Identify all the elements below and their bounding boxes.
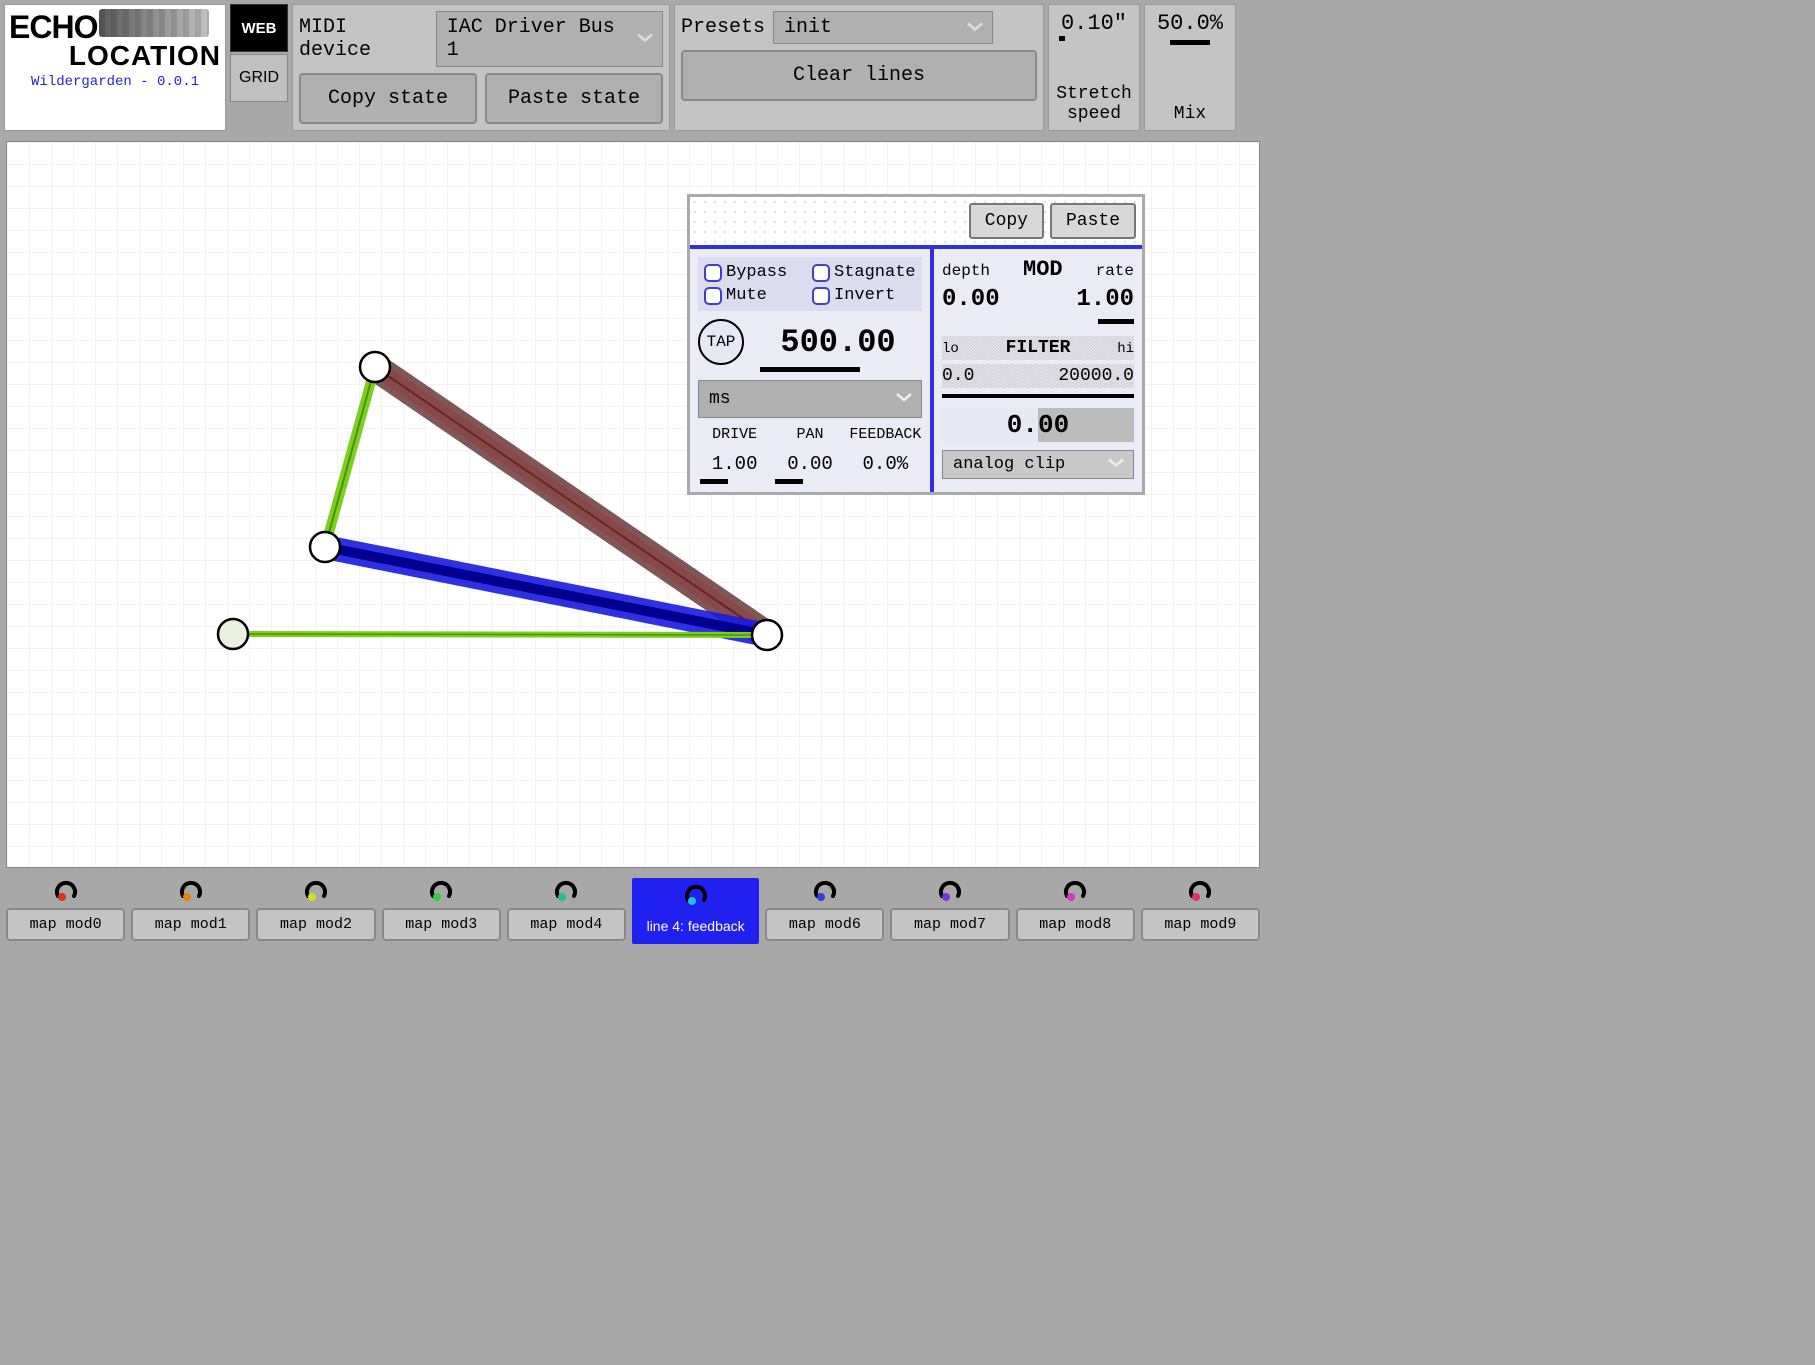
mod-icon xyxy=(937,878,963,904)
mod-map-button-3[interactable]: map mod3 xyxy=(382,908,501,941)
mod-icon xyxy=(428,878,454,904)
mod-map-button-7[interactable]: map mod7 xyxy=(890,908,1009,941)
invert-checkbox[interactable]: Invert xyxy=(812,286,916,305)
mod-depth-label: depth xyxy=(942,262,990,280)
mod-icon xyxy=(303,878,329,904)
clear-lines-button[interactable]: Clear lines xyxy=(681,50,1037,101)
mute-checkbox[interactable]: Mute xyxy=(704,286,808,305)
mod-icon xyxy=(1062,878,1088,904)
grid-button[interactable]: GRID xyxy=(230,54,288,102)
mod-slot-3[interactable]: map mod3 xyxy=(382,878,501,944)
mod-icon xyxy=(812,878,838,904)
mod-map-button-0[interactable]: map mod0 xyxy=(6,908,125,941)
mod-map-button-1[interactable]: map mod1 xyxy=(131,908,250,941)
web-button[interactable]: WEB xyxy=(230,4,288,52)
stagnate-checkbox[interactable]: Stagnate xyxy=(812,263,916,282)
mod-slot-8[interactable]: map mod8 xyxy=(1016,878,1135,944)
paste-state-button[interactable]: Paste state xyxy=(485,73,663,124)
mod-rate-label: rate xyxy=(1096,262,1134,280)
panel-copy-button[interactable]: Copy xyxy=(969,203,1044,239)
mod-slot-6[interactable]: map mod6 xyxy=(765,878,884,944)
mod-slot-5[interactable]: line 4: feedback xyxy=(632,878,759,944)
mod-slot-9[interactable]: map mod9 xyxy=(1141,878,1260,944)
mod-slot-0[interactable]: map mod0 xyxy=(6,878,125,944)
mod-map-button-2[interactable]: map mod2 xyxy=(256,908,375,941)
presets-dropdown[interactable]: init xyxy=(773,11,993,44)
stretch-speed-control[interactable]: 0.10" Stretch speed xyxy=(1048,4,1140,131)
mod-slot-2[interactable]: map mod2 xyxy=(256,878,375,944)
chevron-down-icon xyxy=(636,28,654,51)
mod-map-button-8[interactable]: map mod8 xyxy=(1016,908,1135,941)
mod-depth-value[interactable]: 0.00 xyxy=(942,286,1000,313)
bypass-checkbox[interactable]: Bypass xyxy=(704,263,808,282)
presets-label: Presets xyxy=(681,16,765,39)
feedback-control[interactable]: FEEDBACK 0.0% xyxy=(849,426,922,484)
mod-slot-4[interactable]: map mod4 xyxy=(507,878,626,944)
drive-control[interactable]: DRIVE 1.00 xyxy=(698,426,771,484)
mod-map-button-4[interactable]: map mod4 xyxy=(507,908,626,941)
filter-label: FILTER xyxy=(1006,338,1071,358)
mod-label: MOD xyxy=(1023,257,1063,282)
mod-slot-7[interactable]: map mod7 xyxy=(890,878,1009,944)
filter-hi-label: hi xyxy=(1117,341,1134,357)
mod-map-button-5[interactable]: line 4: feedback xyxy=(636,912,755,940)
chevron-down-icon xyxy=(966,16,984,39)
mod-icon xyxy=(53,878,79,904)
filter-lo-label: lo xyxy=(942,341,959,357)
panel-paste-button[interactable]: Paste xyxy=(1050,203,1136,239)
mod-icon xyxy=(553,878,579,904)
clip-mode-dropdown[interactable]: analog clip xyxy=(942,450,1134,479)
mod-icon xyxy=(1187,878,1213,904)
line-parameter-panel[interactable]: Copy Paste Bypass Stagnate Mute Invert T… xyxy=(687,194,1145,495)
attack-value[interactable]: 0.00 xyxy=(942,408,1134,442)
mod-icon xyxy=(683,882,709,908)
mod-slot-1[interactable]: map mod1 xyxy=(131,878,250,944)
tap-button[interactable]: TAP xyxy=(698,319,744,365)
filter-hi-value[interactable]: 20000.0 xyxy=(1058,366,1134,386)
canvas[interactable]: Copy Paste Bypass Stagnate Mute Invert T… xyxy=(6,141,1260,868)
chevron-down-icon xyxy=(1107,455,1125,474)
logo: ECHO LOCATION Wildergarden - 0.0.1 xyxy=(4,4,226,131)
mod-icon xyxy=(178,878,204,904)
midi-label: MIDI device xyxy=(299,16,428,62)
delay-time-value[interactable]: 500.00 xyxy=(754,324,922,361)
chevron-down-icon xyxy=(895,389,913,409)
mod-map-button-6[interactable]: map mod6 xyxy=(765,908,884,941)
mix-control[interactable]: 50.0% Mix xyxy=(1144,4,1236,131)
time-unit-dropdown[interactable]: ms xyxy=(698,380,922,418)
copy-state-button[interactable]: Copy state xyxy=(299,73,477,124)
mod-map-button-9[interactable]: map mod9 xyxy=(1141,908,1260,941)
pan-control[interactable]: PAN 0.00 xyxy=(773,426,846,484)
midi-device-dropdown[interactable]: IAC Driver Bus 1 xyxy=(436,11,663,67)
filter-lo-value[interactable]: 0.0 xyxy=(942,366,974,386)
mod-rate-value[interactable]: 1.00 xyxy=(1076,286,1134,313)
logo-sub: Wildergarden - 0.0.1 xyxy=(9,74,221,90)
